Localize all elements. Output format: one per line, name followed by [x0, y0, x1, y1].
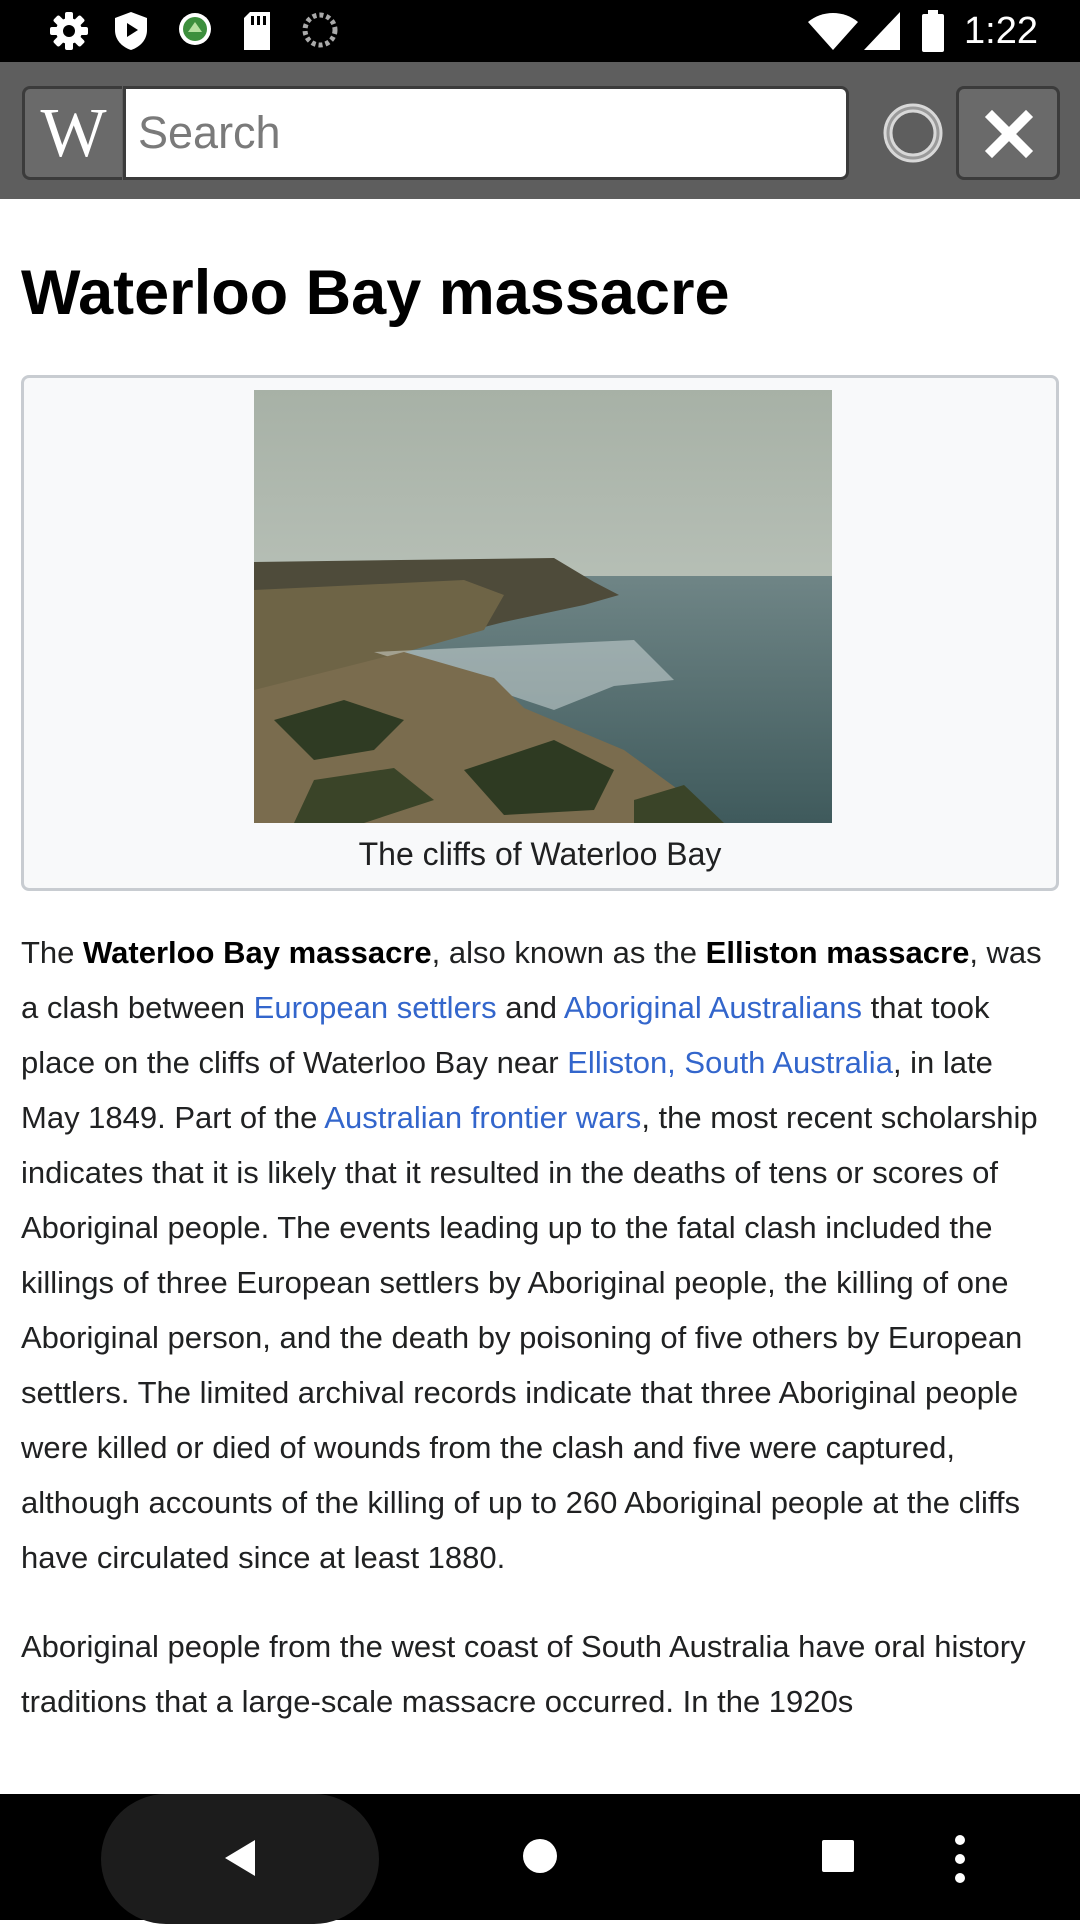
- intro-paragraph: The Waterloo Bay massacre, also known as…: [21, 925, 1059, 1585]
- settings-icon: [50, 12, 88, 50]
- close-button[interactable]: [956, 86, 1060, 180]
- search-toolbar: W: [0, 62, 1080, 199]
- image-caption: The cliffs of Waterloo Bay: [358, 836, 722, 872]
- page-title: Waterloo Bay massacre: [21, 258, 730, 328]
- link-aboriginal-australians[interactable]: Aboriginal Australians: [564, 990, 862, 1025]
- loading-icon: [883, 103, 943, 163]
- text-span: , also known as the: [431, 935, 706, 970]
- sd-card-icon: [244, 12, 270, 50]
- cliffs-image[interactable]: [254, 390, 832, 823]
- navigation-bar: [0, 1794, 1080, 1924]
- bold-term: Waterloo Bay massacre: [83, 935, 432, 970]
- article-content: Waterloo Bay massacre The cliffs of Wate…: [21, 199, 1059, 1729]
- home-icon[interactable]: [522, 1838, 558, 1874]
- back-button[interactable]: [101, 1794, 379, 1924]
- menu-icon[interactable]: [950, 1834, 970, 1884]
- link-european-settlers[interactable]: European settlers: [254, 990, 497, 1025]
- link-elliston[interactable]: Elliston, South Australia: [567, 1045, 893, 1080]
- image-infobox: The cliffs of Waterloo Bay: [21, 375, 1059, 891]
- search-input[interactable]: [123, 86, 849, 180]
- second-paragraph: Aboriginal people from the west coast of…: [21, 1629, 1026, 1719]
- shield-icon: [115, 12, 147, 50]
- wifi-icon: [808, 13, 858, 50]
- wikipedia-logo-button[interactable]: W: [22, 86, 122, 180]
- link-australian-frontier-wars[interactable]: Australian frontier wars: [324, 1100, 641, 1135]
- text-span: and: [496, 990, 564, 1025]
- bold-term: Elliston massacre: [705, 935, 970, 970]
- signal-icon: [864, 12, 900, 50]
- battery-icon: [922, 10, 944, 52]
- sync-icon: [302, 12, 338, 48]
- back-icon: [225, 1840, 255, 1876]
- status-bar: 1:22: [0, 0, 1080, 62]
- app-icon: [179, 13, 211, 45]
- text-span: , the most recent scholarship indicates …: [21, 1100, 1038, 1575]
- clock: 1:22: [964, 10, 1038, 52]
- recents-icon[interactable]: [821, 1839, 855, 1873]
- close-icon: [984, 109, 1034, 159]
- text-span: The: [21, 935, 84, 970]
